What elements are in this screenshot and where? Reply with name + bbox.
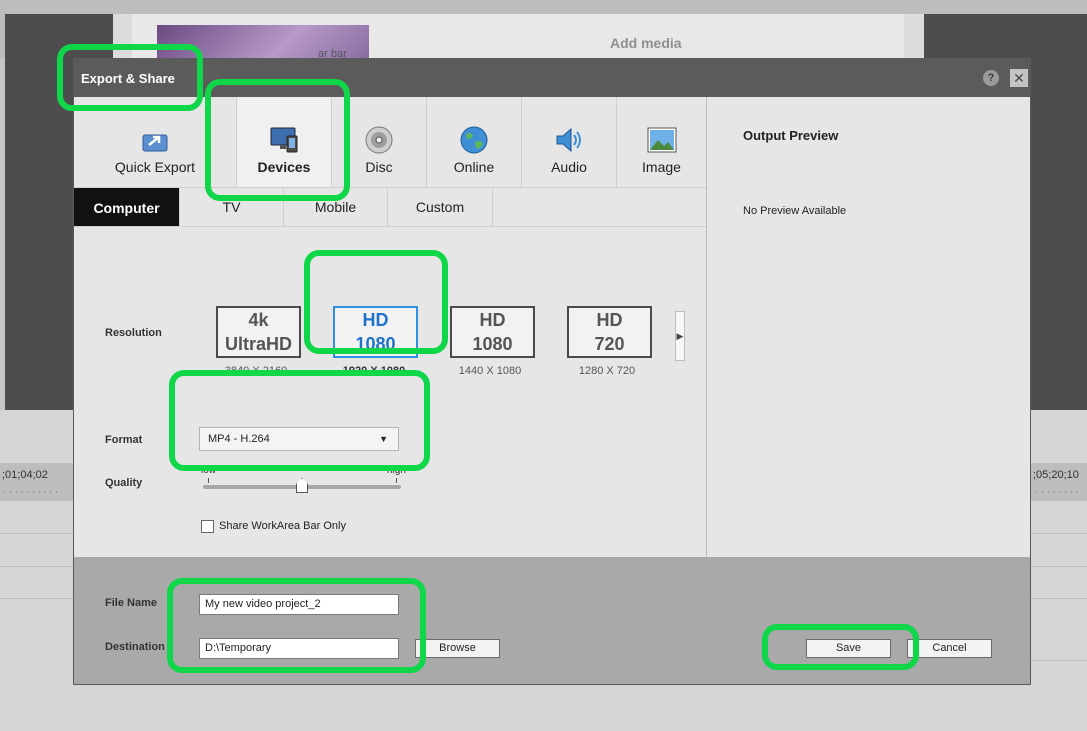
subtab-computer[interactable]: Computer xyxy=(74,188,180,226)
share-workarea-label: Share WorkArea Bar Only xyxy=(219,520,346,532)
format-select[interactable]: MP4 - H.264 ▼ xyxy=(199,427,399,451)
tab-label: Quick Export xyxy=(114,159,196,175)
preset-line2: 1080 xyxy=(355,334,396,354)
tab-label: Disc xyxy=(365,159,393,175)
timeline-track-line xyxy=(0,598,73,599)
globe-icon xyxy=(460,126,488,154)
subtab-tv[interactable]: TV xyxy=(180,188,284,226)
format-label: Format xyxy=(105,434,143,446)
file-name-field[interactable]: My new video project_2 xyxy=(199,594,399,615)
preset-line2: 720 xyxy=(594,334,625,354)
devices-icon xyxy=(270,127,298,153)
tab-label: Audio xyxy=(551,159,587,175)
chevron-right-icon[interactable]: ▶ xyxy=(675,311,685,361)
timeline-ticks-left: ' ' ' ' ' ' ' ' ' ' xyxy=(4,490,59,499)
preset-hd-1080-anamorphic[interactable]: HD 1080 xyxy=(450,306,535,358)
help-icon[interactable]: ? xyxy=(983,70,999,86)
tab-devices[interactable]: Devices xyxy=(237,97,332,187)
quality-low-label: low xyxy=(201,465,217,476)
add-media-label[interactable]: Add media xyxy=(610,35,682,51)
resolution-label: Resolution xyxy=(105,327,162,339)
destination-field[interactable]: D:\Temporary xyxy=(199,638,399,659)
export-share-dialog: Export & Share ? ✕ Quick Export Devices xyxy=(73,58,1031,685)
quick-export-icon xyxy=(142,134,168,152)
preset-line1: HD xyxy=(479,310,506,330)
preset-size: 1920 X 1080 xyxy=(342,365,406,377)
timeline-ticks-right: ' ' ' ' ' ' ' ' xyxy=(1036,490,1079,499)
image-icon xyxy=(647,127,676,153)
timecode-left: ;01;04;02 xyxy=(2,469,48,481)
slider-tick xyxy=(208,478,209,483)
tab-audio[interactable]: Audio xyxy=(522,97,617,187)
preset-line1: HD xyxy=(362,310,389,330)
timecode-right: ;05;20;10 xyxy=(1033,469,1079,481)
tab-quick-export[interactable]: Quick Export xyxy=(74,97,237,187)
quality-label: Quality xyxy=(105,477,143,489)
tab-label: Devices xyxy=(257,159,311,175)
dialog-titlebar[interactable]: Export & Share ? ✕ xyxy=(74,59,1030,97)
timeline-track-line xyxy=(0,566,73,567)
preset-size: 3840 X 2160 xyxy=(224,365,288,377)
chevron-down-icon: ▼ xyxy=(379,434,388,444)
preset-size: 1280 X 720 xyxy=(578,365,636,377)
subtab-divider xyxy=(74,226,706,227)
export-settings-panel: Quick Export Devices Disc Online Audio I… xyxy=(74,97,706,557)
output-preview-title: Output Preview xyxy=(743,128,839,143)
share-workarea-checkbox[interactable] xyxy=(201,520,214,533)
disc-icon xyxy=(365,126,393,154)
output-preview-panel: Output Preview No Preview Available xyxy=(707,97,1030,557)
preset-line2: UltraHD xyxy=(224,334,292,354)
tab-online[interactable]: Online xyxy=(427,97,522,187)
browse-button[interactable]: Browse xyxy=(415,639,500,658)
timeline-track-line xyxy=(0,533,73,534)
timeline-track-line xyxy=(1031,598,1087,599)
file-name-label: File Name xyxy=(105,597,157,609)
tab-disc[interactable]: Disc xyxy=(332,97,427,187)
dialog-title: Export & Share xyxy=(81,71,175,86)
speaker-icon xyxy=(556,127,581,153)
preset-line1: 4k xyxy=(248,310,269,330)
close-icon[interactable]: ✕ xyxy=(1010,69,1028,87)
tab-label: Online xyxy=(453,159,495,175)
quality-slider-thumb[interactable] xyxy=(296,478,308,493)
slider-tick xyxy=(396,478,397,483)
preset-line2: 1080 xyxy=(472,334,513,354)
tab-image[interactable]: Image xyxy=(617,97,706,187)
tab-label: Image xyxy=(642,159,681,175)
dialog-footer: File Name My new video project_2 Destina… xyxy=(74,557,1030,684)
preset-4k-uhd[interactable]: 4k UltraHD xyxy=(216,306,301,358)
subtab-custom[interactable]: Custom xyxy=(388,188,493,226)
format-value: MP4 - H.264 xyxy=(208,433,270,445)
preset-hd-1080-full[interactable]: HD 1080 xyxy=(333,306,418,358)
preset-line1: HD xyxy=(596,310,623,330)
destination-label: Destination xyxy=(105,641,165,653)
save-button[interactable]: Save xyxy=(806,639,891,658)
preset-hd-720[interactable]: HD 720 xyxy=(567,306,652,358)
cancel-button[interactable]: Cancel xyxy=(907,639,992,658)
quality-high-label: high xyxy=(387,465,406,476)
output-preview-empty: No Preview Available xyxy=(743,205,847,217)
subtab-mobile[interactable]: Mobile xyxy=(284,188,388,226)
preset-size: 1440 X 1080 xyxy=(458,365,522,377)
timeline-track-line xyxy=(1031,566,1087,567)
timeline-track-line xyxy=(1031,533,1087,534)
timeline-track-line xyxy=(1031,660,1087,661)
